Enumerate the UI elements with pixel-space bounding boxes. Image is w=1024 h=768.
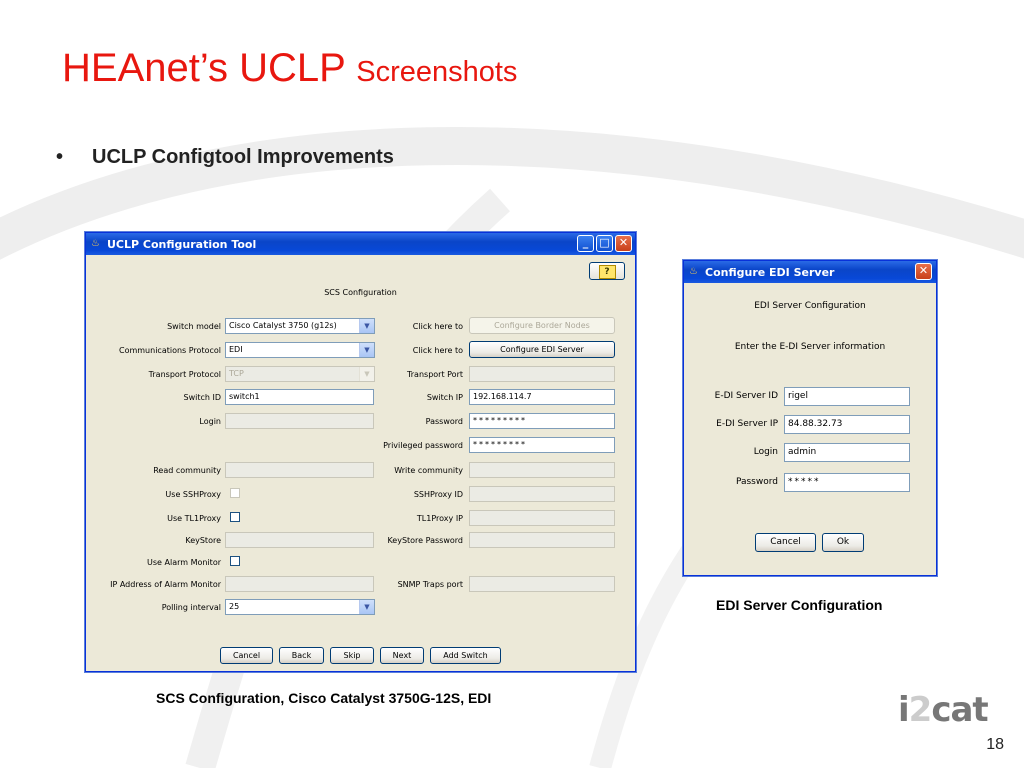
- edi-dialog-body: EDI Server Configuration Enter the E-DI …: [684, 283, 936, 575]
- comm-protocol-label: Communications Protocol: [118, 346, 221, 355]
- edi-dialog-titlebar[interactable]: ♨ Configure EDI Server ✕: [684, 261, 936, 283]
- click-here-label-2: Click here to: [412, 346, 463, 355]
- edi-server-dialog: ♨ Configure EDI Server ✕ EDI Server Conf…: [683, 260, 937, 576]
- use-tl1proxy-checkbox[interactable]: [230, 512, 240, 522]
- close-icon[interactable]: ✕: [915, 263, 932, 280]
- use-tl1proxy-label: Use TL1Proxy: [167, 514, 221, 523]
- edi-password-input[interactable]: *****: [784, 473, 910, 492]
- transport-port-label: Transport Port: [407, 370, 463, 379]
- edi-heading: EDI Server Configuration: [754, 301, 866, 311]
- add-switch-button[interactable]: Add Switch: [430, 647, 501, 664]
- bullet-point: • UCLP Configtool Improvements: [56, 146, 394, 169]
- write-community-label: Write community: [394, 466, 463, 475]
- chevron-down-icon: ▼: [359, 343, 374, 357]
- snmp-traps-label: SNMP Traps port: [397, 580, 463, 589]
- edi-login-input[interactable]: admin: [784, 443, 910, 462]
- java-app-icon: ♨: [689, 266, 698, 277]
- chevron-down-icon: ▼: [359, 600, 374, 614]
- polling-interval-select[interactable]: 25 ▼: [225, 599, 375, 615]
- alarm-ip-label: IP Address of Alarm Monitor: [110, 580, 221, 589]
- bullet-icon: •: [56, 146, 64, 168]
- edi-dialog-title: Configure EDI Server: [705, 265, 835, 279]
- bullet-text: UCLP Configtool Improvements: [92, 146, 394, 168]
- close-icon[interactable]: ✕: [615, 235, 632, 252]
- write-community-input[interactable]: [469, 462, 615, 478]
- edi-ok-button[interactable]: Ok: [822, 533, 864, 552]
- slide-title-main: HEAnet’s UCLP: [62, 46, 346, 90]
- edi-server-ip-label: E-DI Server IP: [716, 419, 778, 429]
- read-community-input[interactable]: [225, 462, 374, 478]
- page-number: 18: [986, 736, 1004, 753]
- uclp-window-titlebar[interactable]: ♨ UCLP Configuration Tool _ □ ✕: [86, 233, 635, 255]
- switch-model-label: Switch model: [167, 322, 221, 331]
- switch-ip-input[interactable]: 192.168.114.7: [469, 389, 615, 405]
- maximize-icon[interactable]: □: [596, 235, 613, 252]
- slide-title: HEAnet’s UCLP Screenshots: [62, 46, 517, 91]
- uclp-window-body: ? SCS Configuration Switch model Communi…: [86, 255, 635, 671]
- caption-left: SCS Configuration, Cisco Catalyst 3750G-…: [156, 690, 492, 706]
- login-input[interactable]: [225, 413, 374, 429]
- sshproxy-id-input[interactable]: [469, 486, 615, 502]
- transport-port-input[interactable]: [469, 366, 615, 382]
- switch-id-label: Switch ID: [183, 393, 221, 402]
- edi-login-label: Login: [753, 447, 778, 457]
- configure-edi-server-button[interactable]: Configure EDI Server: [469, 341, 615, 358]
- configure-border-nodes-button[interactable]: Configure Border Nodes: [469, 317, 615, 334]
- login-label: Login: [199, 417, 221, 426]
- priv-password-input[interactable]: *********: [469, 437, 615, 453]
- slide-title-sub: Screenshots: [356, 56, 518, 88]
- keystore-password-label: KeyStore Password: [387, 536, 463, 545]
- transport-protocol-label: Transport Protocol: [148, 370, 221, 379]
- snmp-traps-input[interactable]: [469, 576, 615, 592]
- uclp-config-window: ♨ UCLP Configuration Tool _ □ ✕ ? SCS Co…: [85, 232, 636, 672]
- caption-right: EDI Server Configuration: [716, 597, 883, 613]
- use-alarm-monitor-checkbox[interactable]: [230, 556, 240, 566]
- comm-protocol-select[interactable]: EDI ▼: [225, 342, 375, 358]
- polling-interval-label: Polling interval: [161, 603, 221, 612]
- i2cat-logo: i2cat: [898, 690, 989, 730]
- transport-protocol-select[interactable]: TCP ▼: [225, 366, 375, 382]
- edi-cancel-button[interactable]: Cancel: [755, 533, 816, 552]
- password-label: Password: [425, 417, 463, 426]
- next-button[interactable]: Next: [380, 647, 424, 664]
- chevron-down-icon: ▼: [359, 319, 374, 333]
- use-sshproxy-label: Use SSHProxy: [165, 490, 221, 499]
- cancel-button[interactable]: Cancel: [220, 647, 273, 664]
- switch-ip-label: Switch IP: [426, 393, 463, 402]
- keystore-input[interactable]: [225, 532, 374, 548]
- tl1proxy-ip-input[interactable]: [469, 510, 615, 526]
- keystore-password-input[interactable]: [469, 532, 615, 548]
- edi-server-id-label: E-DI Server ID: [714, 391, 778, 401]
- back-button[interactable]: Back: [279, 647, 324, 664]
- edi-server-ip-input[interactable]: 84.88.32.73: [784, 415, 910, 434]
- uclp-window-title: UCLP Configuration Tool: [107, 237, 257, 251]
- use-alarm-monitor-label: Use Alarm Monitor: [147, 558, 221, 567]
- skip-button[interactable]: Skip: [330, 647, 374, 664]
- click-here-label-1: Click here to: [412, 322, 463, 331]
- section-heading: SCS Configuration: [324, 288, 397, 297]
- switch-model-select[interactable]: Cisco Catalyst 3750 (g12s) ▼: [225, 318, 375, 334]
- switch-id-input[interactable]: switch1: [225, 389, 374, 405]
- keystore-label: KeyStore: [185, 536, 221, 545]
- use-sshproxy-checkbox[interactable]: [230, 488, 240, 498]
- tl1proxy-ip-label: TL1Proxy IP: [416, 514, 463, 523]
- minimize-icon[interactable]: _: [577, 235, 594, 252]
- priv-password-label: Privileged password: [383, 441, 463, 450]
- edi-server-id-input[interactable]: rigel: [784, 387, 910, 406]
- java-app-icon: ♨: [91, 238, 100, 249]
- help-button[interactable]: ?: [589, 262, 625, 280]
- edi-instruction: Enter the E-DI Server information: [734, 342, 886, 352]
- password-input[interactable]: *********: [469, 413, 615, 429]
- edi-password-label: Password: [735, 477, 778, 487]
- read-community-label: Read community: [153, 466, 221, 475]
- chevron-down-icon: ▼: [359, 367, 374, 381]
- alarm-ip-input[interactable]: [225, 576, 374, 592]
- help-icon: ?: [598, 265, 616, 279]
- sshproxy-id-label: SSHProxy ID: [413, 490, 463, 499]
